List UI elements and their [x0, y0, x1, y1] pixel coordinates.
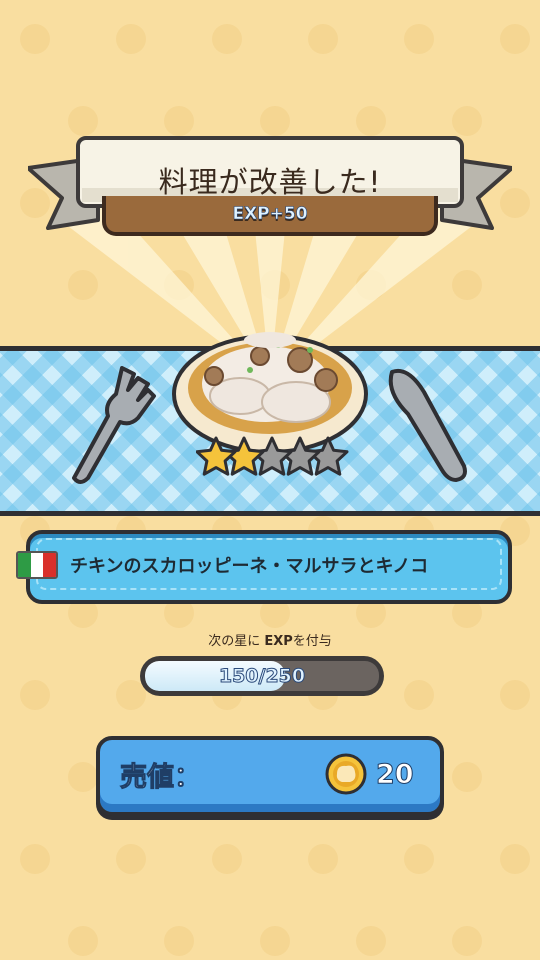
background-food-icon	[452, 762, 482, 792]
exp-progress-track: 150/250	[145, 661, 379, 691]
background-food-icon	[212, 844, 242, 874]
background-food-icon	[68, 762, 98, 792]
background-food-icon	[260, 926, 290, 956]
background-food-icon	[500, 844, 530, 874]
next-star-label-prefix: 次の星に	[208, 634, 261, 649]
background-food-icon	[116, 844, 146, 874]
exp-progress-bar: 150/250	[140, 656, 384, 696]
background-food-icon	[452, 926, 482, 956]
background-food-icon	[308, 24, 338, 54]
next-star-label-exp: EXP	[264, 634, 293, 649]
next-star-label-suffix: を付与	[292, 634, 332, 649]
background-food-icon	[20, 844, 50, 874]
sell-price-value: 20	[376, 758, 415, 790]
background-food-icon	[404, 24, 434, 54]
background-food-icon	[116, 24, 146, 54]
exp-progress-text: 150/250	[218, 665, 306, 688]
stars-svg	[195, 436, 349, 476]
background-food-icon	[20, 680, 50, 710]
star-rating	[195, 432, 356, 482]
background-food-icon	[404, 844, 434, 874]
background-food-icon	[164, 926, 194, 956]
star-filled-icon	[195, 436, 237, 476]
background-food-icon	[212, 24, 242, 54]
exp-gain-text: EXP+50	[232, 204, 308, 225]
background-food-icon	[500, 680, 530, 710]
next-star-label: 次の星に EXPを付与	[0, 630, 540, 649]
sell-price-label: 売値：	[120, 761, 202, 793]
exp-plate: EXP+50	[102, 196, 438, 236]
background-food-icon	[500, 24, 530, 54]
coin-icon	[325, 753, 367, 795]
background-food-icon	[20, 24, 50, 54]
background-food-icon	[68, 926, 98, 956]
background-food-icon	[356, 926, 386, 956]
background-food-icon	[404, 680, 434, 710]
background-food-icon	[308, 844, 338, 874]
dish-name: チキンのスカロッピーネ・マルサラとキノコ	[70, 556, 429, 577]
italy-flag-icon	[16, 551, 58, 579]
